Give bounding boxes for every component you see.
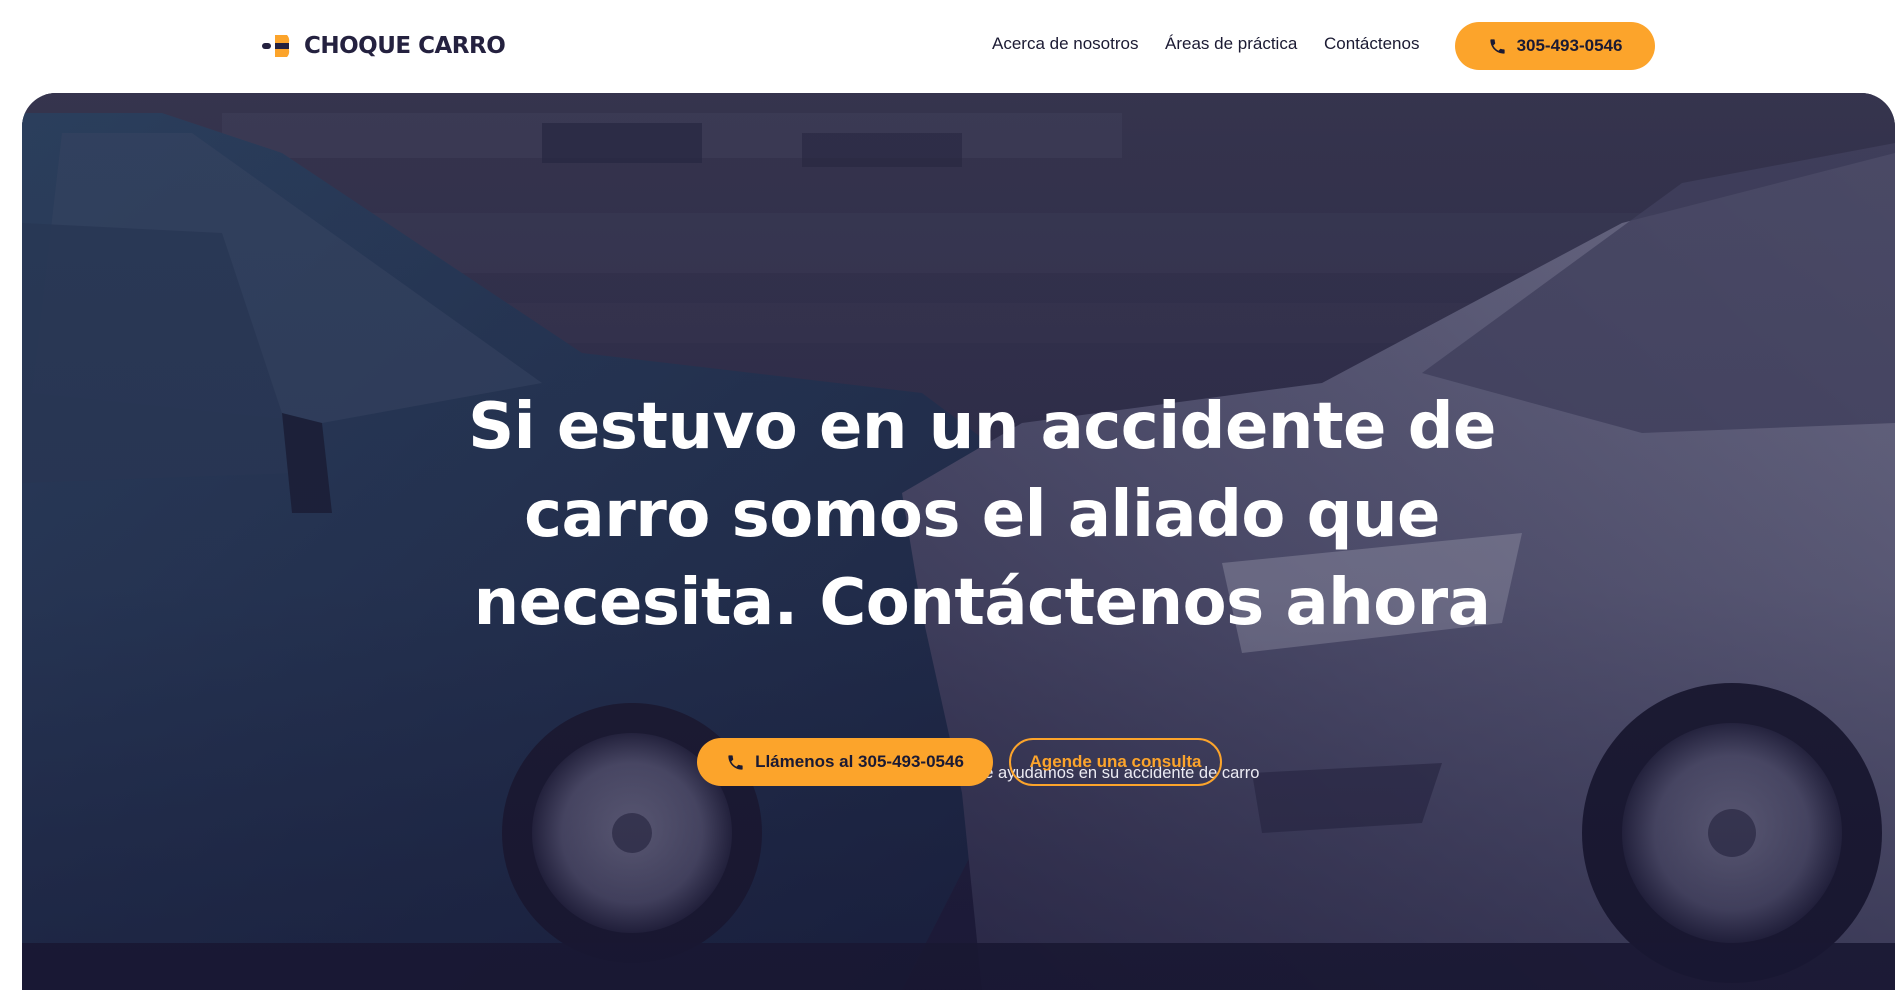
brand-logo-icon xyxy=(262,35,290,57)
schedule-consultation-button[interactable]: Agende una consulta xyxy=(1009,738,1222,786)
nav-link-contact[interactable]: Contáctenos xyxy=(1324,34,1419,54)
nav-link-about[interactable]: Acerca de nosotros xyxy=(992,34,1138,54)
nav-link-practice-areas[interactable]: Áreas de práctica xyxy=(1165,34,1297,54)
header-phone-button[interactable]: 305-493-0546 xyxy=(1455,22,1655,70)
call-button[interactable]: Llámenos al 305-493-0546 xyxy=(697,738,993,786)
call-button-label: Llámenos al 305-493-0546 xyxy=(755,752,964,771)
header-phone-number: 305-493-0546 xyxy=(1516,36,1623,55)
hero-section: Si estuvo en un accidente de carro somos… xyxy=(22,93,1895,990)
hero-title: Si estuvo en un accidente de carro somos… xyxy=(468,390,1496,640)
site-header: CHOQUE CARRO Acerca de nosotros Áreas de… xyxy=(0,0,1895,94)
phone-icon xyxy=(728,754,743,770)
brand-name: CHOQUE CARRO xyxy=(304,33,506,59)
phone-icon xyxy=(1489,38,1505,54)
schedule-consultation-label: Agende una consulta xyxy=(1029,752,1202,771)
brand-logo[interactable]: CHOQUE CARRO xyxy=(262,30,506,62)
